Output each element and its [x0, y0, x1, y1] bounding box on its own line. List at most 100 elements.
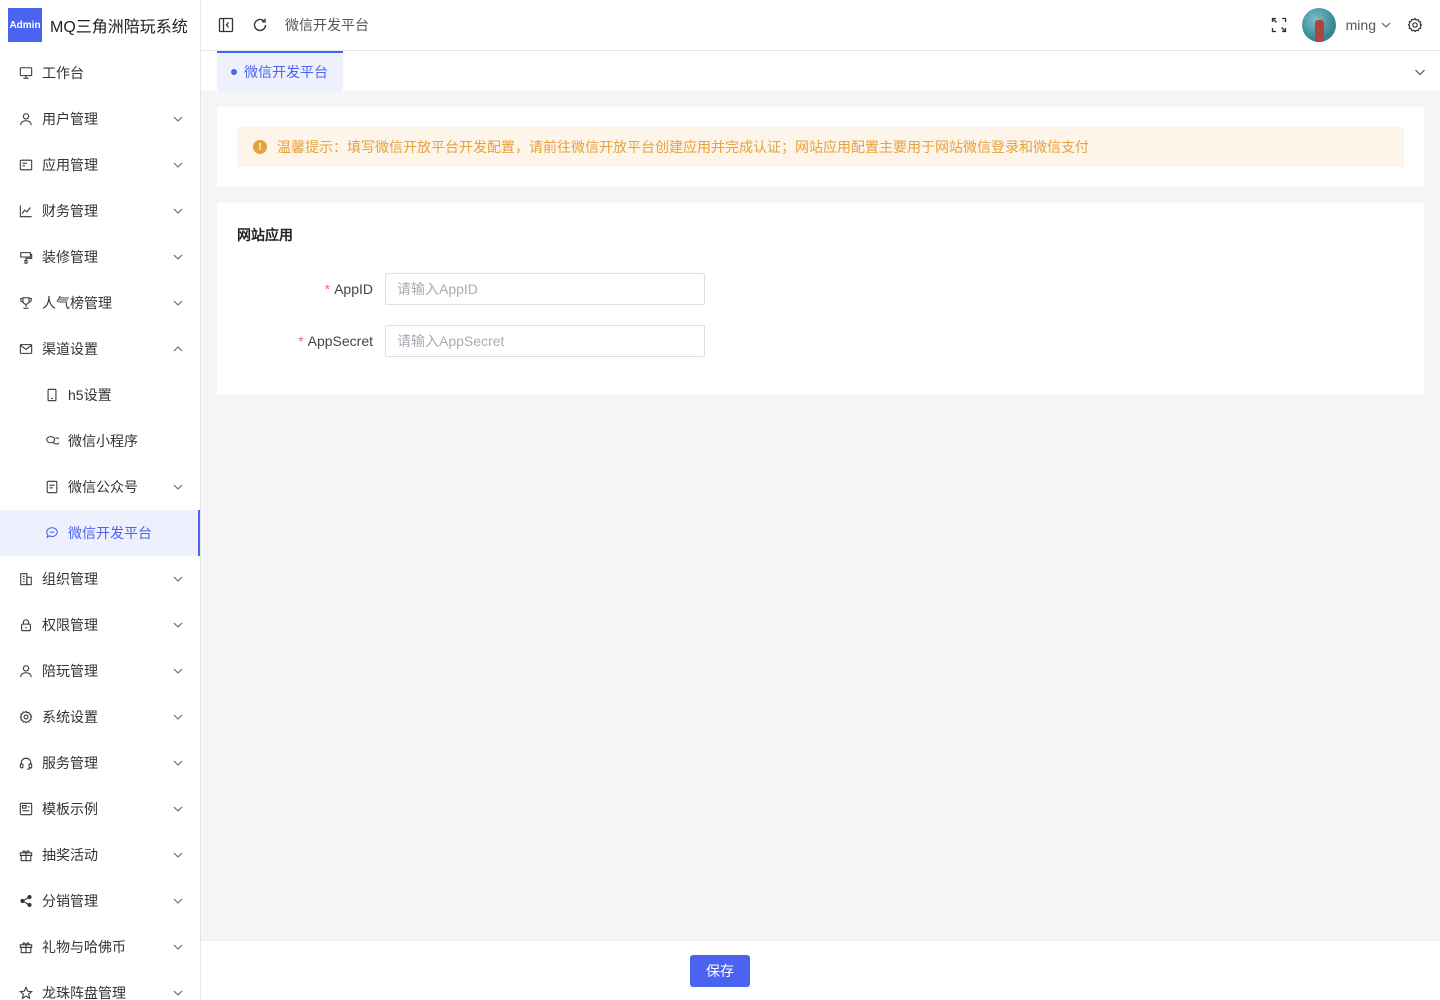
sidebar-item-label: 微信公众号 — [68, 479, 138, 495]
appid-label: * AppID — [324, 281, 373, 297]
sidebar-item-label: h5设置 — [68, 387, 112, 403]
gear-icon — [18, 709, 34, 725]
lock-icon — [18, 617, 34, 633]
chevron-down-icon — [172, 941, 184, 953]
warning-notice: ! 温馨提示：填写微信开放平台开发配置，请前往微信开放平台创建应用并完成认证；网… — [237, 127, 1404, 167]
chevron-down-icon — [172, 803, 184, 815]
required-mark: * — [324, 281, 331, 297]
chevron-down-icon — [172, 297, 184, 309]
appid-input[interactable] — [385, 273, 705, 305]
tab-label: 微信开发平台 — [244, 64, 328, 80]
sidebar-item[interactable]: 礼物与哈佛币 — [0, 924, 200, 970]
sidebar-item[interactable]: 财务管理 — [0, 188, 200, 234]
sidebar-item[interactable]: h5设置 — [0, 372, 200, 418]
sidebar-item[interactable]: 服务管理 — [0, 740, 200, 786]
sidebar-item-label: 微信小程序 — [68, 433, 138, 449]
sidebar-item[interactable]: 微信公众号 — [0, 464, 200, 510]
appsecret-label: * AppSecret — [298, 333, 373, 349]
refresh-icon[interactable] — [251, 16, 269, 34]
building-icon — [18, 571, 34, 587]
app-card-icon — [18, 157, 34, 173]
tab-wechat-open-platform[interactable]: 微信开发平台 — [217, 51, 343, 91]
avatar[interactable] — [1301, 8, 1336, 42]
sidebar-item[interactable]: 系统设置 — [0, 694, 200, 740]
sidebar-item[interactable]: 装修管理 — [0, 234, 200, 280]
breadcrumb: 微信开发平台 — [285, 17, 369, 33]
chevron-down-icon — [172, 251, 184, 263]
sidebar-item-label: 系统设置 — [42, 709, 98, 725]
warning-icon: ! — [253, 140, 267, 154]
fullscreen-icon[interactable] — [1270, 16, 1288, 34]
monitor-icon — [18, 65, 34, 81]
footer-bar: 保存 — [201, 940, 1440, 1000]
chevron-down-icon — [172, 757, 184, 769]
sidebar-item[interactable]: 分销管理 — [0, 878, 200, 924]
sidebar-item-label: 渠道设置 — [42, 341, 98, 357]
sidebar-item-label: 装修管理 — [42, 249, 98, 265]
chevron-down-icon[interactable] — [1380, 16, 1392, 34]
topbar-right: ming — [1270, 8, 1440, 42]
appsecret-input[interactable] — [385, 325, 705, 357]
chevron-down-icon — [172, 159, 184, 171]
username[interactable]: ming — [1346, 17, 1376, 33]
collapse-sidebar-icon[interactable] — [217, 16, 235, 34]
logo-badge: Admin — [8, 8, 42, 42]
chat-icon — [44, 433, 60, 449]
star-icon — [18, 985, 34, 1000]
sidebar-item[interactable]: 陪玩管理 — [0, 648, 200, 694]
main-content: ! 温馨提示：填写微信开放平台开发配置，请前往微信开放平台创建应用并完成认证；网… — [201, 91, 1440, 940]
sidebar-item[interactable]: 渠道设置 — [0, 326, 200, 372]
user-icon — [18, 111, 34, 127]
sidebar-item-label: 工作台 — [42, 65, 84, 81]
logo[interactable]: Admin MQ三角洲陪玩系统 — [0, 0, 200, 50]
notice-text: 温馨提示：填写微信开放平台开发配置，请前往微信开放平台创建应用并完成认证；网站应… — [277, 139, 1089, 155]
sidebar-item[interactable]: 用户管理 — [0, 96, 200, 142]
sidebar-item-label: 权限管理 — [42, 617, 98, 633]
trophy-icon — [18, 295, 34, 311]
sidebar-item-label: 人气榜管理 — [42, 295, 112, 311]
sidebar: Admin MQ三角洲陪玩系统 工作台用户管理应用管理 财务管理装修管理人气榜管理… — [0, 0, 201, 1000]
chevron-down-icon — [172, 895, 184, 907]
chevron-up-icon — [172, 343, 184, 355]
save-button[interactable]: 保存 — [690, 955, 750, 987]
chevron-down-icon — [172, 987, 184, 999]
share-icon — [18, 893, 34, 909]
sidebar-item[interactable]: 应用管理 — [0, 142, 200, 188]
notice-card: ! 温馨提示：填写微信开放平台开发配置，请前往微信开放平台创建应用并完成认证；网… — [217, 107, 1424, 187]
document-icon — [44, 479, 60, 495]
brush-icon — [18, 249, 34, 265]
chevron-down-icon — [172, 113, 184, 125]
sidebar-item[interactable]: 模板示例 — [0, 786, 200, 832]
sidebar-item[interactable]: 微信开发平台 — [0, 510, 200, 556]
tabs-dropdown-icon[interactable] — [1414, 65, 1426, 77]
chevron-down-icon — [172, 849, 184, 861]
gear-icon[interactable] — [1406, 16, 1424, 34]
sidebar-item[interactable]: 抽奖活动 — [0, 832, 200, 878]
phone-icon — [44, 387, 60, 403]
section-title: 网站应用 — [237, 227, 293, 243]
sidebar-item[interactable]: 工作台 — [0, 50, 200, 96]
form-card: 网站应用 *AppID *AppSecret — [217, 203, 1424, 395]
sidebar-item-label: 用户管理 — [42, 111, 98, 127]
user-icon — [18, 663, 34, 679]
chat-bubble-icon — [44, 525, 60, 541]
app-title: MQ三角洲陪玩系统 — [50, 19, 188, 36]
sidebar-item[interactable]: 权限管理 — [0, 602, 200, 648]
required-mark: * — [298, 333, 304, 349]
sidebar-item-label: 礼物与哈佛币 — [42, 939, 126, 955]
sidebar-item-label: 模板示例 — [42, 801, 98, 817]
mail-icon — [18, 341, 34, 357]
topbar: 微信开发平台 ming — [201, 0, 1440, 51]
appid-row: * AppID — [217, 273, 737, 305]
chart-icon — [18, 203, 34, 219]
sidebar-item[interactable]: 人气榜管理 — [0, 280, 200, 326]
sidebar-item[interactable]: 组织管理 — [0, 556, 200, 602]
headset-icon — [18, 755, 34, 771]
sidebar-item[interactable]: 龙珠阵盘管理 — [0, 970, 200, 1000]
sidebar-item[interactable]: 微信小程序 — [0, 418, 200, 464]
template-icon — [18, 801, 34, 817]
chevron-down-icon — [172, 205, 184, 217]
chevron-down-icon — [172, 665, 184, 677]
chevron-down-icon — [172, 619, 184, 631]
sidebar-item-label: 分销管理 — [42, 893, 98, 909]
